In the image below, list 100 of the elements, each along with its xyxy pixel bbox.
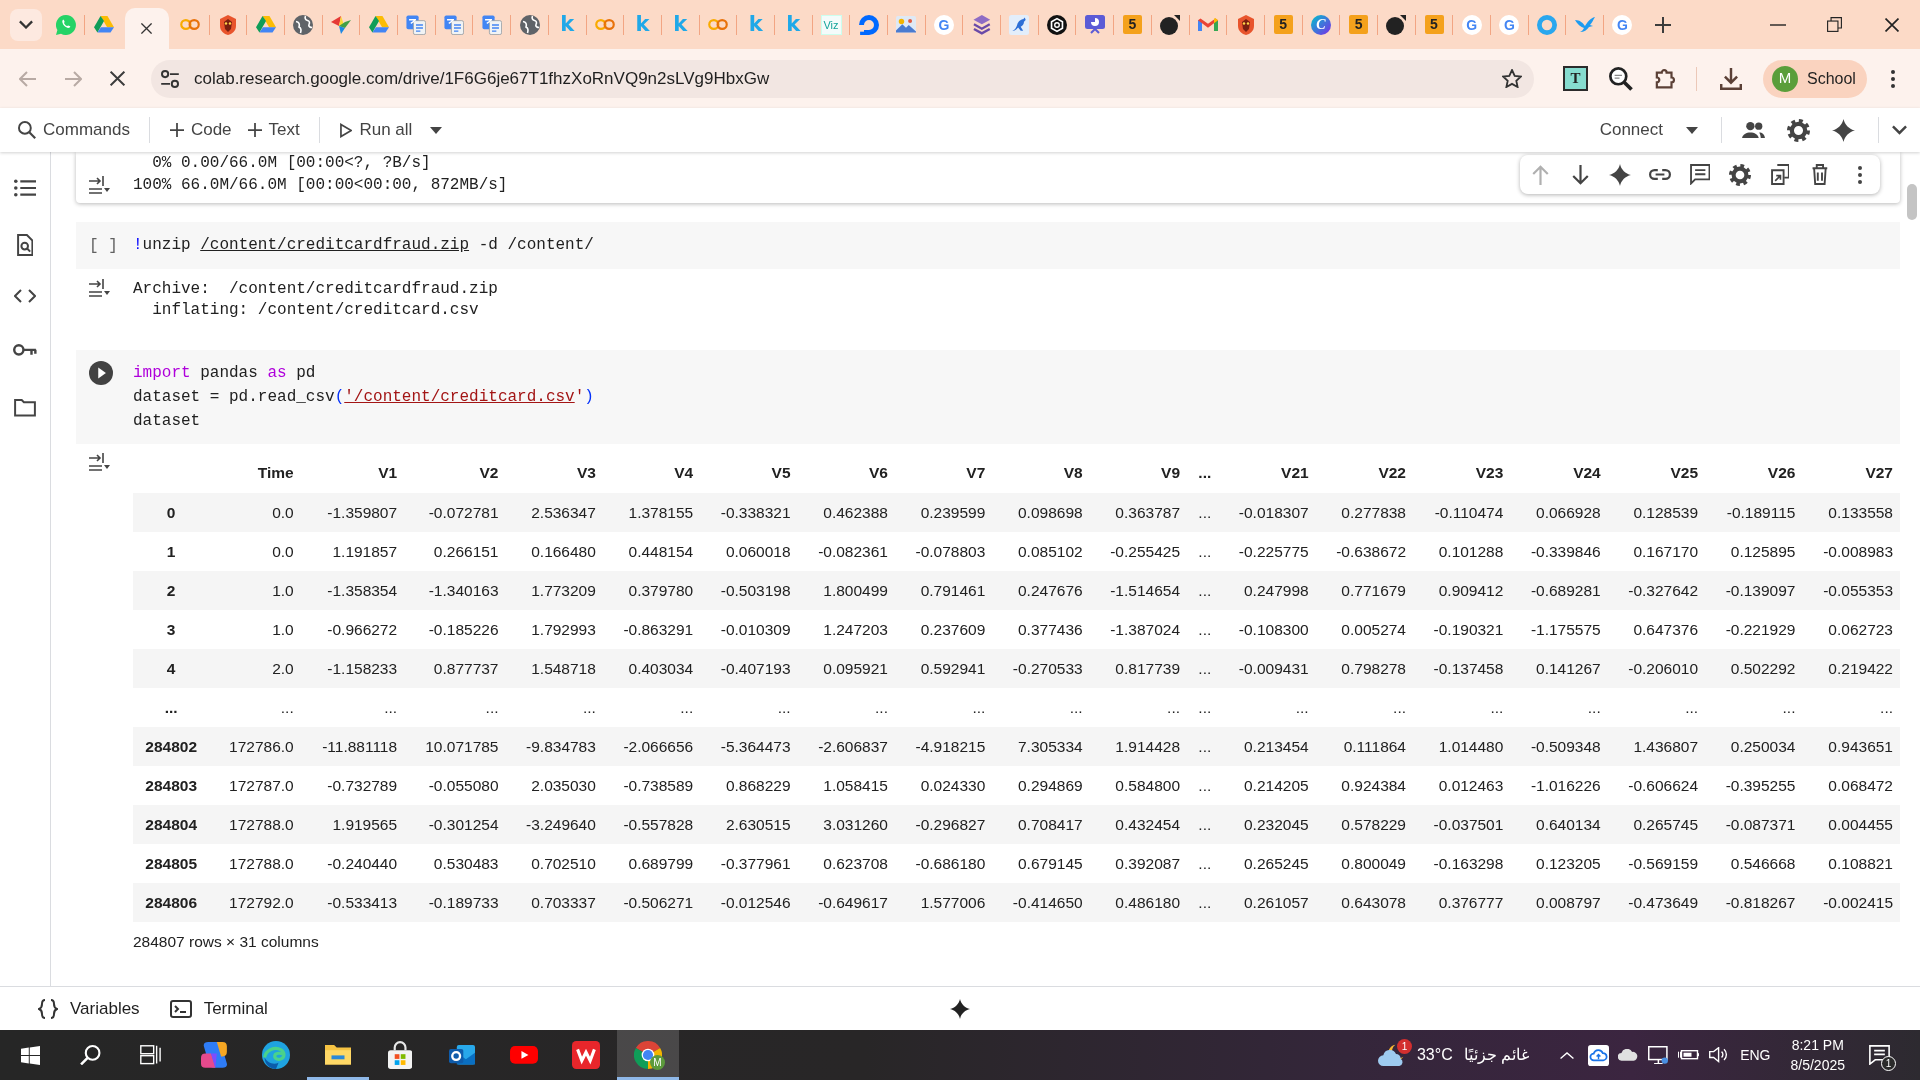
- caret-down-icon[interactable]: [430, 126, 443, 134]
- documents-icon[interactable]: [481, 14, 502, 35]
- minimize-icon[interactable]: [1769, 23, 1786, 26]
- connect-button[interactable]: Connect: [1591, 112, 1710, 148]
- sparkle-icon[interactable]: [1609, 163, 1631, 186]
- magnifier-icon[interactable]: [1608, 66, 1633, 91]
- toolbar-button[interactable]: Run all: [331, 112, 421, 148]
- shopping-bag-icon[interactable]: [387, 1041, 413, 1069]
- code-cell[interactable]: import pandas as pd dataset = pd.read_csv('/content/creditcard.csv') dataset: [76, 350, 1900, 444]
- start-icon[interactable]: [20, 1045, 40, 1065]
- status-bar-button[interactable]: Terminal: [161, 995, 276, 1022]
- window-arrow-icon[interactable]: [1770, 164, 1790, 185]
- ball-icon[interactable]: [1386, 14, 1407, 35]
- chevron-down-icon[interactable]: [1892, 125, 1907, 135]
- tab-favicon[interactable]: 5: [1123, 15, 1142, 34]
- ball-icon[interactable]: [1160, 14, 1181, 35]
- arrow-down-icon[interactable]: [1571, 164, 1589, 185]
- weather-condition-text[interactable]: غائم جزئيًا: [1463, 1043, 1530, 1067]
- hexagon-ring-icon[interactable]: [1047, 14, 1068, 35]
- tab-favicon[interactable]: G: [1612, 14, 1633, 35]
- shield-face-icon[interactable]: [220, 14, 236, 35]
- address-bar[interactable]: colab.research.google.com/drive/1F6G6je67T1fhzXoRnVQ9n2sLVg9HbxGw: [151, 59, 1534, 98]
- globe-icon[interactable]: [519, 14, 540, 35]
- close-icon[interactable]: [141, 23, 153, 34]
- wave-icon[interactable]: [262, 1041, 290, 1069]
- toolbar-button[interactable]: Commands: [10, 112, 138, 148]
- cloud-upload-icon[interactable]: [1587, 1044, 1609, 1066]
- file-link[interactable]: /content/creditcardfraud.zip: [200, 236, 470, 254]
- text-tool-button[interactable]: T: [1563, 66, 1588, 91]
- clock-date[interactable]: 8/5/2025: [1790, 1055, 1845, 1075]
- tab-favicon[interactable]: G: [1461, 14, 1482, 35]
- download-icon[interactable]: [1720, 67, 1742, 90]
- site-settings-icon[interactable]: [161, 69, 179, 88]
- envelope-icon[interactable]: [1197, 17, 1218, 32]
- layers-icon[interactable]: [972, 14, 991, 35]
- tab-favicon[interactable]: G: [934, 14, 955, 35]
- picture-icon[interactable]: [896, 16, 917, 33]
- leaping-animal-icon[interactable]: [1009, 14, 1030, 35]
- file-link[interactable]: '/content/creditcard.csv: [344, 388, 575, 406]
- close-icon[interactable]: [1884, 17, 1899, 32]
- play-button-icon[interactable]: [510, 1046, 538, 1064]
- triangle-icon[interactable]: [368, 16, 389, 33]
- comment-icon[interactable]: [1689, 164, 1711, 185]
- arrow-bar-icon[interactable]: [89, 176, 110, 194]
- link-icon[interactable]: [1649, 169, 1671, 180]
- volume-icon[interactable]: [1708, 1047, 1728, 1063]
- mail-icon[interactable]: [449, 1045, 475, 1065]
- restore-icon[interactable]: [1827, 17, 1842, 32]
- tab-search-button[interactable]: [10, 8, 42, 41]
- clock-time[interactable]: 8:21 PM: [1791, 1035, 1844, 1055]
- presentation-icon[interactable]: [1084, 15, 1105, 34]
- arrow-bar-icon[interactable]: [89, 453, 110, 471]
- documents-icon[interactable]: [444, 14, 465, 35]
- temperature-text[interactable]: 33°C: [1416, 1043, 1453, 1067]
- shield-face-icon[interactable]: [1237, 14, 1254, 35]
- arrow-bar-icon[interactable]: [89, 279, 110, 297]
- extensions-icon[interactable]: [1654, 68, 1677, 89]
- search-icon[interactable]: [79, 1044, 101, 1066]
- key-icon[interactable]: [13, 344, 37, 356]
- cloud-icon[interactable]: [1618, 1049, 1639, 1061]
- scrollbar-thumb[interactable]: [1907, 184, 1917, 220]
- documents-icon[interactable]: [406, 14, 427, 35]
- arc-icon[interactable]: [858, 14, 879, 35]
- plus-icon[interactable]: [1654, 16, 1671, 33]
- code-icon[interactable]: [14, 289, 36, 303]
- folder-icon[interactable]: [325, 1045, 351, 1065]
- toolbar-button[interactable]: Text: [239, 112, 308, 148]
- more-icon[interactable]: [1858, 165, 1862, 184]
- people-icon[interactable]: [1742, 121, 1765, 139]
- tab-favicon[interactable]: G: [1499, 14, 1520, 35]
- globe-icon[interactable]: [293, 14, 314, 35]
- sparkle-icon[interactable]: [950, 999, 970, 1019]
- task-view-icon[interactable]: [139, 1045, 161, 1065]
- focused-cell[interactable]: 0% 0.00/66.0M [00:00<?, ?B/s] 100% 66.0M/66.0M [00:00<00:00, 872MB/s]: [76, 152, 1900, 203]
- settings-icon[interactable]: [1729, 163, 1751, 186]
- list-icon[interactable]: [14, 179, 36, 197]
- display-icon[interactable]: [1648, 1045, 1669, 1065]
- chevron-up-icon[interactable]: [1560, 1051, 1575, 1059]
- tab-favicon[interactable]: 5: [1424, 15, 1444, 34]
- language-indicator[interactable]: ENG: [1740, 1044, 1771, 1066]
- triangle-icon[interactable]: [255, 16, 276, 33]
- folder-icon[interactable]: [14, 399, 36, 417]
- tab-favicon[interactable]: 5: [1349, 15, 1369, 34]
- ribbon-icon[interactable]: [201, 1042, 227, 1068]
- stop-icon[interactable]: [110, 71, 125, 86]
- document-search-icon[interactable]: [16, 234, 34, 256]
- profile-button[interactable]: M School: [1763, 59, 1867, 98]
- triangle-icon[interactable]: [93, 16, 114, 33]
- notification-icon[interactable]: [1869, 1044, 1890, 1066]
- more-icon[interactable]: [1891, 69, 1895, 88]
- run-icon[interactable]: [89, 361, 113, 385]
- delete-icon[interactable]: [1812, 164, 1828, 185]
- battery-icon[interactable]: [1677, 1050, 1699, 1060]
- settings-icon[interactable]: [1787, 118, 1810, 142]
- toolbar-button[interactable]: Code: [161, 112, 240, 148]
- tab-favicon[interactable]: 5: [1273, 15, 1293, 34]
- tab-favicon[interactable]: C: [1310, 14, 1331, 35]
- bookmark-star-icon[interactable]: [1502, 69, 1522, 88]
- sparkle-icon[interactable]: [1832, 118, 1855, 142]
- paper-crane-icon[interactable]: [331, 15, 352, 34]
